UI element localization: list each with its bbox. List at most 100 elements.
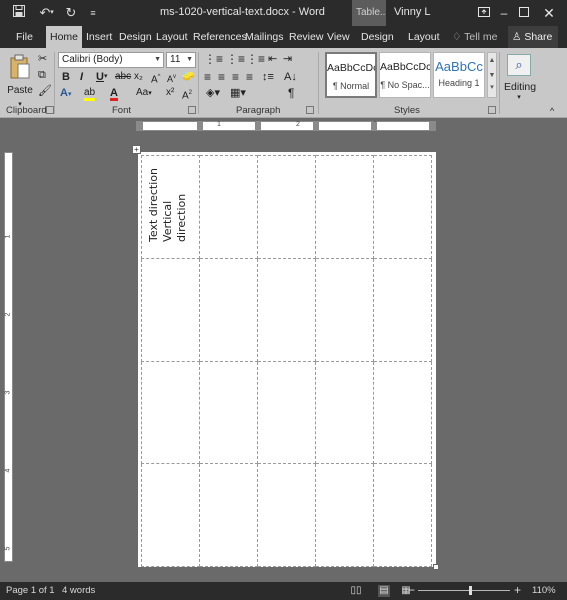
clipboard-launcher-icon[interactable] — [46, 106, 54, 114]
show-formatting-icon[interactable]: ¶ — [288, 86, 294, 100]
zoom-slider[interactable] — [418, 586, 510, 595]
clear-formatting-icon[interactable]: 🧽 — [182, 70, 194, 84]
table-cell[interactable] — [373, 463, 432, 567]
increase-indent-icon[interactable]: ⇥ — [283, 52, 292, 66]
table-cell[interactable] — [257, 155, 316, 259]
collapse-ribbon-icon[interactable]: ^ — [550, 104, 554, 118]
page-count[interactable]: Page 1 of 1 — [6, 585, 55, 596]
save-icon[interactable] — [10, 4, 28, 22]
gallery-more-icon[interactable]: ▾ — [488, 83, 496, 93]
style-normal[interactable]: AaBbCcDc ¶ Normal — [325, 52, 377, 98]
close-icon[interactable]: ✕ — [539, 3, 559, 23]
table-cell[interactable] — [257, 257, 316, 362]
table-cell[interactable] — [315, 257, 374, 362]
font-name-select[interactable]: Calibri (Body) ▼ — [58, 52, 164, 68]
right-margin-marker[interactable] — [429, 122, 435, 130]
read-mode-icon[interactable]: ▯▯ — [350, 585, 362, 597]
table-cell[interactable] — [257, 360, 316, 465]
table-cell[interactable] — [199, 257, 258, 362]
sort-icon[interactable]: A↓ — [284, 70, 297, 84]
cut-icon[interactable]: ✂ — [38, 52, 47, 66]
table-cell[interactable]: Text direction Vertical direction — [141, 155, 200, 259]
column-marker[interactable] — [313, 122, 319, 130]
left-margin-marker[interactable] — [137, 122, 143, 130]
tab-view[interactable]: View — [327, 26, 350, 48]
superscript-alt-icon[interactable]: A2 — [182, 86, 192, 103]
chevron-up-icon[interactable]: ▲ — [488, 53, 496, 68]
table-resize-handle-icon[interactable] — [433, 564, 439, 570]
shrink-font-button[interactable]: Av — [167, 70, 176, 86]
copy-icon[interactable]: ⧉ — [38, 68, 46, 82]
tab-file[interactable]: File — [16, 26, 33, 48]
underline-button[interactable]: U — [96, 70, 104, 84]
font-launcher-icon[interactable] — [188, 106, 196, 114]
word-count[interactable]: 4 words — [62, 585, 95, 596]
align-left-icon[interactable]: ≡ — [204, 70, 211, 84]
decrease-indent-icon[interactable]: ⇤ — [268, 52, 277, 66]
tab-review[interactable]: Review — [289, 26, 323, 48]
chevron-down-icon[interactable]: ▼ — [488, 68, 496, 83]
redo-icon[interactable]: ↻ — [62, 4, 80, 22]
underline-dropdown-icon[interactable]: ▾ — [104, 70, 108, 84]
table-cell[interactable] — [199, 360, 258, 465]
align-right-icon[interactable]: ≡ — [232, 70, 239, 84]
document-table[interactable]: Text direction Vertical direction — [141, 155, 432, 567]
style-no-spacing[interactable]: AaBbCcDc ¶ No Spac... — [379, 52, 431, 98]
table-cell[interactable] — [199, 463, 258, 567]
share-button[interactable]: ♙ Share — [508, 26, 558, 48]
tab-table-layout[interactable]: Layout — [408, 26, 440, 48]
numbering-icon[interactable]: ⋮≡ — [226, 52, 245, 66]
text-effects-button[interactable]: A▾ — [60, 86, 71, 102]
styles-gallery-scroll[interactable]: ▲ ▼ ▾ — [487, 52, 497, 98]
table-cell[interactable] — [141, 360, 200, 465]
tab-layout[interactable]: Layout — [156, 26, 188, 48]
table-cell[interactable] — [141, 257, 200, 362]
document-page[interactable]: + Text direction Vertical direction — [132, 145, 439, 570]
strikethrough-button[interactable]: abc — [115, 70, 131, 84]
style-heading-1[interactable]: AaBbCc Heading 1 — [433, 52, 485, 98]
table-cell[interactable] — [315, 155, 374, 259]
customize-qat-icon[interactable]: ≡ — [84, 4, 102, 22]
styles-launcher-icon[interactable] — [488, 106, 496, 114]
tell-me-search[interactable]: ♢ Tell me — [452, 26, 497, 48]
tab-design[interactable]: Design — [119, 26, 152, 48]
bold-button[interactable]: B — [62, 70, 70, 84]
multilevel-list-icon[interactable]: ⋮≡ — [246, 52, 265, 66]
vertical-ruler[interactable]: 1 2 3 4 5 — [4, 152, 13, 562]
change-case-button[interactable]: Aa▾ — [136, 86, 152, 101]
table-move-handle-icon[interactable]: + — [132, 145, 141, 154]
table-cell[interactable] — [315, 463, 374, 567]
column-marker[interactable] — [371, 122, 377, 130]
justify-icon[interactable]: ≡ — [246, 70, 253, 84]
subscript-button[interactable]: x₂ — [134, 70, 143, 84]
minimize-icon[interactable]: – — [494, 3, 514, 23]
column-marker[interactable] — [197, 122, 203, 130]
zoom-level[interactable]: 110% — [532, 585, 556, 596]
ribbon-display-options-icon[interactable] — [474, 3, 494, 23]
italic-button[interactable]: I — [80, 70, 83, 84]
print-layout-icon[interactable]: ▤ — [378, 585, 390, 597]
zoom-in-button[interactable]: + — [514, 583, 521, 597]
font-size-select[interactable]: 11 ▼ — [166, 52, 196, 68]
tab-home[interactable]: Home — [46, 26, 83, 48]
table-cell[interactable] — [373, 360, 432, 465]
line-spacing-icon[interactable]: ↕≡ — [262, 70, 274, 84]
bullets-icon[interactable]: ⋮≡ — [204, 52, 223, 66]
tab-mailings[interactable]: Mailings — [245, 26, 284, 48]
grow-font-button[interactable]: A^ — [151, 70, 161, 87]
borders-icon[interactable]: ▦▾ — [230, 86, 246, 100]
superscript-button[interactable]: x² — [166, 86, 174, 100]
table-cell[interactable] — [199, 155, 258, 259]
zoom-out-button[interactable]: − — [408, 583, 415, 597]
vertical-cell-text[interactable]: Text direction Vertical direction — [147, 168, 189, 242]
paragraph-launcher-icon[interactable] — [306, 106, 314, 114]
font-color-button[interactable]: A — [110, 86, 118, 101]
undo-dropdown-icon[interactable]: ▾ — [48, 4, 56, 22]
table-cell[interactable] — [141, 463, 200, 567]
highlight-button[interactable]: ab — [84, 86, 96, 101]
user-name[interactable]: Vinny L — [394, 6, 431, 18]
tab-references[interactable]: References — [193, 26, 247, 48]
align-center-icon[interactable]: ≡ — [218, 70, 225, 84]
tab-insert[interactable]: Insert — [86, 26, 112, 48]
table-cell[interactable] — [373, 155, 432, 259]
